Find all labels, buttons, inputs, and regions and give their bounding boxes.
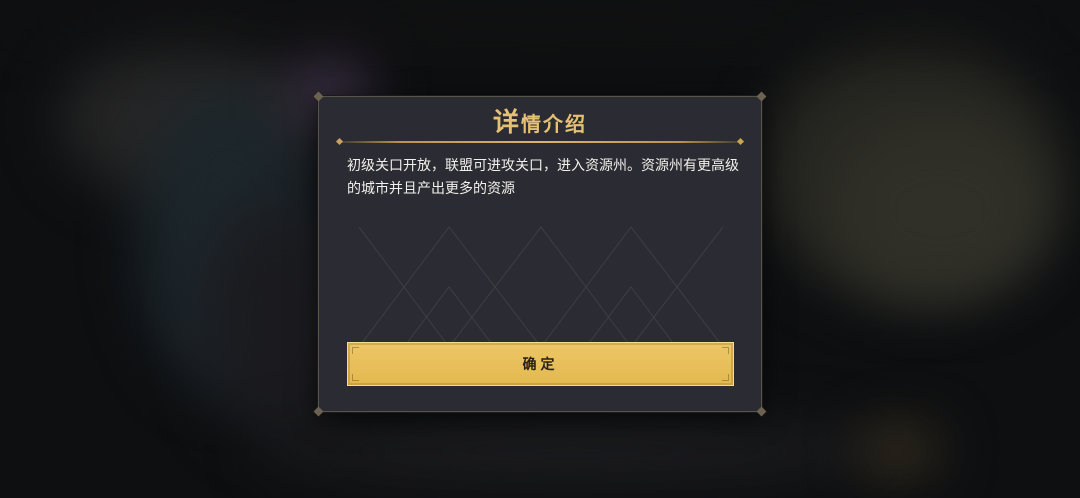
dialog-description: 初级关口开放，联盟可进攻关口，进入资源州。资源州有更高级的城市并且产出更多的资源 — [347, 158, 739, 197]
background-lattice-pattern — [359, 226, 723, 347]
button-corner-ornament — [722, 347, 729, 354]
button-corner-ornament — [722, 374, 729, 381]
confirm-button[interactable]: 确定 — [347, 342, 734, 386]
button-corner-ornament — [352, 347, 359, 354]
dialog-header: 详情介绍 — [341, 107, 739, 143]
dialog-title: 详情介绍 — [493, 107, 587, 140]
detail-dialog: 详情介绍 初级关口开放，联盟可进攻关口，进入资源州。资源州有更高级的城市并且产出… — [313, 91, 767, 417]
title-divider — [341, 141, 739, 143]
dialog-title-initial: 详 — [492, 108, 521, 138]
button-corner-ornament — [352, 374, 359, 381]
dialog-title-rest: 情介绍 — [521, 112, 587, 136]
confirm-button-label: 确定 — [522, 357, 559, 373]
